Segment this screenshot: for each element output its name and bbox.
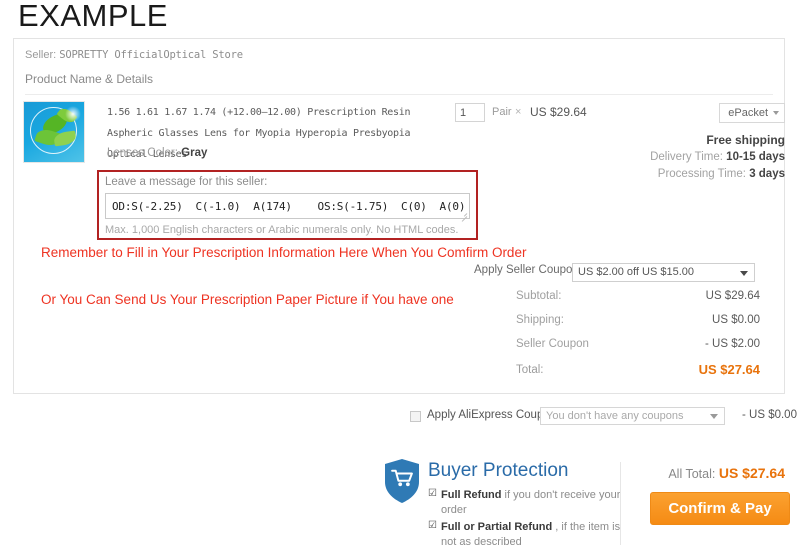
totals-value: US $27.64 <box>698 362 760 377</box>
product-color-value: Gray <box>181 147 208 159</box>
chevron-down-icon <box>773 111 779 115</box>
delivery-time-value: 10-15 days <box>726 151 785 163</box>
totals-value: - US $2.00 <box>705 338 760 350</box>
chevron-down-icon <box>710 414 718 419</box>
processing-time-row: Processing Time: 3 days <box>658 168 785 180</box>
totals-label: Shipping: <box>516 314 564 326</box>
totals-value: US $0.00 <box>712 314 760 326</box>
seller-line: Seller: SOPRETTY OfficialOptical Store <box>25 49 243 61</box>
delivery-time-label: Delivery Time: <box>650 151 723 163</box>
buyer-protection-item-strong: Full Refund <box>441 489 502 501</box>
multiply-symbol: × <box>515 106 522 118</box>
buyer-protection-item: ☑ Full Refund if you don't receive your … <box>428 488 623 518</box>
buyer-protection-item: ☑ Full or Partial Refund , if the item i… <box>428 520 623 550</box>
product-color-row: Lenses Color: Gray <box>107 147 207 159</box>
annotation-fill-prescription: Remember to Fill in Your Prescription In… <box>41 245 527 260</box>
message-hint-text: Max. 1,000 English characters or Arabic … <box>105 224 459 236</box>
seller-message-textarea[interactable] <box>105 193 470 219</box>
example-watermark-title: EXAMPLE <box>18 0 168 33</box>
totals-label: Subtotal: <box>516 290 562 302</box>
buyer-protection-list: ☑ Full Refund if you don't receive your … <box>428 488 623 552</box>
all-total-value: US $27.64 <box>718 465 785 481</box>
totals-label: Total: <box>516 364 544 376</box>
textarea-resize-handle[interactable] <box>459 210 468 222</box>
totals-row-subtotal: Subtotal: US $29.64 <box>470 290 760 314</box>
shipping-method-select[interactable]: ePacket <box>719 103 785 123</box>
product-color-label: Lenses Color: <box>107 147 178 159</box>
totals-list: Subtotal: US $29.64 Shipping: US $0.00 S… <box>470 290 760 386</box>
aliexpress-coupon-checkbox[interactable] <box>410 411 421 422</box>
shipping-method-value: ePacket <box>728 107 768 119</box>
aliexpress-coupon-select[interactable]: You don't have any coupons <box>540 407 725 425</box>
product-details-heading: Product Name & Details <box>25 72 154 86</box>
totals-label: Seller Coupon <box>516 338 589 350</box>
buyer-protection-item-strong: Full or Partial Refund <box>441 521 553 533</box>
unit-price: US $29.64 <box>530 105 587 119</box>
all-total-label: All Total: <box>668 467 716 481</box>
product-thumbnail[interactable] <box>23 101 85 163</box>
sun-glow-icon <box>65 106 81 122</box>
seller-label: Seller: <box>25 49 57 61</box>
processing-time-value: 3 days <box>749 168 785 180</box>
totals-row-seller-coupon: Seller Coupon - US $2.00 <box>470 338 760 362</box>
totals-row-total: Total: US $27.64 <box>470 362 760 386</box>
buyer-protection-title: Buyer Protection <box>428 460 569 481</box>
aliexpress-coupon-value: You don't have any coupons <box>546 410 684 422</box>
quantity-input[interactable] <box>455 103 485 122</box>
seller-coupon-value: US $2.00 off US $15.00 <box>578 266 694 278</box>
delivery-time-row: Delivery Time: 10-15 days <box>650 151 785 163</box>
free-shipping-label: Free shipping <box>706 133 785 147</box>
aliexpress-coupon-amount: - US $0.00 <box>742 409 797 421</box>
processing-time-label: Processing Time: <box>657 168 746 180</box>
totals-value: US $29.64 <box>705 290 760 302</box>
totals-row-shipping: Shipping: US $0.00 <box>470 314 760 338</box>
check-icon: ☑ <box>428 520 437 531</box>
annotation-send-picture: Or You Can Send Us Your Prescription Pap… <box>41 292 454 307</box>
seller-name[interactable]: SOPRETTY OfficialOptical Store <box>59 49 243 61</box>
footer-divider <box>620 462 621 545</box>
card-divider <box>25 94 773 95</box>
message-label: Leave a message for this seller: <box>105 176 268 188</box>
confirm-and-pay-button[interactable]: Confirm & Pay <box>650 492 790 525</box>
seller-coupon-select[interactable]: US $2.00 off US $15.00 <box>572 263 755 282</box>
quantity-unit-label: Pair <box>492 106 512 118</box>
all-total-row: All Total: US $27.64 <box>668 465 785 481</box>
check-icon: ☑ <box>428 488 437 499</box>
chevron-down-icon <box>740 271 748 276</box>
shield-icon <box>383 458 421 504</box>
seller-coupon-label: Apply Seller Coupon: <box>474 264 583 276</box>
